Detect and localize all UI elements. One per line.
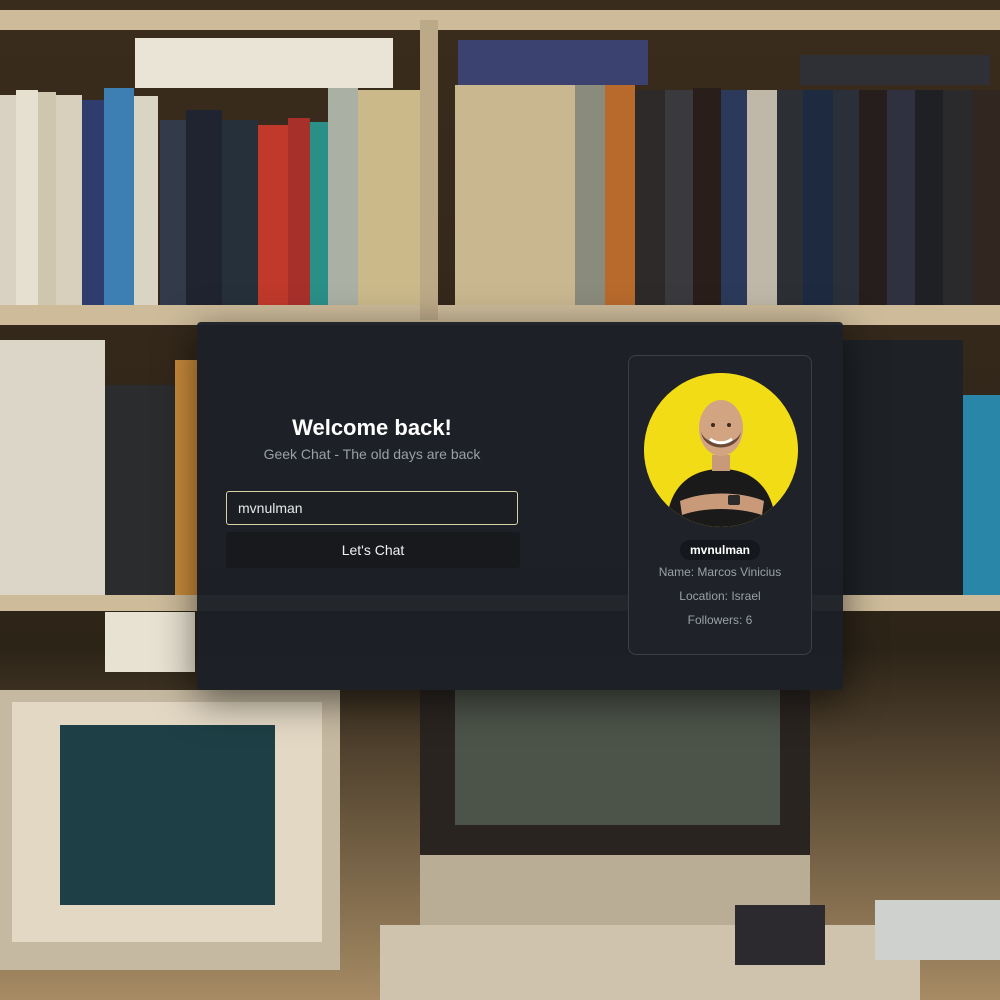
welcome-title: Welcome back! [292,415,452,440]
login-card: Welcome back! Geek Chat - The old days a… [197,322,843,690]
profile-followers: Followers: 6 [687,613,753,627]
profile-location: Location: Israel [679,589,761,603]
avatar [644,373,798,527]
lets-chat-button[interactable]: Let's Chat [226,532,520,568]
avatar-portrait-image [644,373,798,527]
profile-preview-card: mvnulman Name: Marcos Vinicius Location:… [628,355,812,655]
profile-handle-badge: mvnulman [679,540,761,560]
welcome-subtitle: Geek Chat - The old days are back [263,446,481,462]
profile-name: Name: Marcos Vinicius [658,565,782,579]
username-input[interactable] [226,491,518,525]
